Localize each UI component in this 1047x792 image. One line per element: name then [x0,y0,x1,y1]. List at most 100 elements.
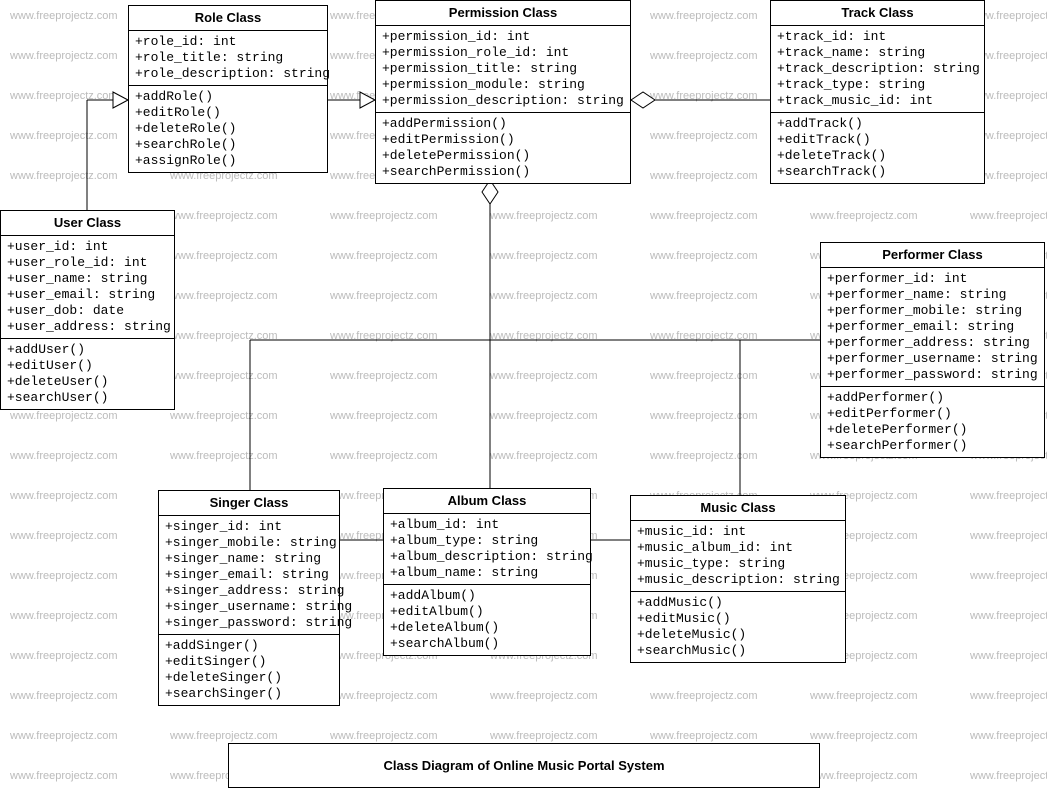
class-member: +track_name: string [777,45,978,61]
class-ops: +addPerformer()+editPerformer()+deletePe… [821,387,1044,457]
class-member: +user_address: string [7,319,168,335]
class-role: Role Class +role_id: int+role_title: str… [128,5,328,173]
class-member: +deleteTrack() [777,148,978,164]
class-member: +album_type: string [390,533,584,549]
class-title: Permission Class [376,1,630,26]
class-attrs: +performer_id: int+performer_name: strin… [821,268,1044,387]
class-title: Album Class [384,489,590,514]
class-title: Music Class [631,496,845,521]
class-music: Music Class +music_id: int+music_album_i… [630,495,846,663]
class-member: +permission_role_id: int [382,45,624,61]
class-member: +editUser() [7,358,168,374]
class-member: +addPermission() [382,116,624,132]
class-member: +performer_mobile: string [827,303,1038,319]
class-member: +addAlbum() [390,588,584,604]
class-member: +singer_password: string [165,615,333,631]
class-ops: +addTrack()+editTrack()+deleteTrack()+se… [771,113,984,183]
class-member: +performer_id: int [827,271,1038,287]
class-ops: +addSinger()+editSinger()+deleteSinger()… [159,635,339,705]
class-member: +performer_username: string [827,351,1038,367]
class-member: +permission_module: string [382,77,624,93]
class-member: +singer_email: string [165,567,333,583]
class-member: +album_id: int [390,517,584,533]
class-member: +user_name: string [7,271,168,287]
class-member: +deleteAlbum() [390,620,584,636]
class-attrs: +role_id: int+role_title: string+role_de… [129,31,327,86]
class-member: +editAlbum() [390,604,584,620]
class-attrs: +track_id: int+track_name: string +track_… [771,26,984,113]
class-member: +deleteUser() [7,374,168,390]
class-member: +permission_id: int [382,29,624,45]
class-member: +deleteMusic() [637,627,839,643]
class-member: +singer_id: int [165,519,333,535]
class-user: User Class +user_id: int+user_role_id: i… [0,210,175,410]
class-member: +track_type: string [777,77,978,93]
class-ops: +addAlbum()+editAlbum()+deleteAlbum()+se… [384,585,590,655]
class-member: +performer_password: string [827,367,1038,383]
class-member: +addRole() [135,89,321,105]
class-ops: +addRole()+editRole()+deleteRole()+searc… [129,86,327,172]
class-member: +searchRole() [135,137,321,153]
class-member: +deleteSinger() [165,670,333,686]
class-member: +editMusic() [637,611,839,627]
class-member: +addTrack() [777,116,978,132]
class-member: +music_id: int [637,524,839,540]
class-member: +permission_description: string [382,93,624,109]
class-track: Track Class +track_id: int+track_name: s… [770,0,985,184]
class-member: +permission_title: string [382,61,624,77]
class-attrs: +singer_id: int+singer_mobile: string+si… [159,516,339,635]
class-member: +searchPerformer() [827,438,1038,454]
class-member: +performer_email: string [827,319,1038,335]
class-attrs: +user_id: int+user_role_id: int+user_nam… [1,236,174,339]
class-member: +singer_address: string [165,583,333,599]
class-ops: +addPermission()+editPermission()+delete… [376,113,630,183]
class-permission: Permission Class +permission_id: int+per… [375,0,631,184]
class-member: +searchPermission() [382,164,624,180]
class-title: Singer Class [159,491,339,516]
class-attrs: +music_id: int+music_album_id: int+music… [631,521,845,592]
class-member: +role_title: string [135,50,321,66]
class-ops: +addMusic()+editMusic()+deleteMusic()+se… [631,592,845,662]
class-member: +user_email: string [7,287,168,303]
class-member: +music_album_id: int [637,540,839,556]
class-member: +user_role_id: int [7,255,168,271]
class-title: User Class [1,211,174,236]
class-member: +searchMusic() [637,643,839,659]
class-member: +album_name: string [390,565,584,581]
class-member: +user_dob: date [7,303,168,319]
class-member: +performer_address: string [827,335,1038,351]
diagram-title-text: Class Diagram of Online Music Portal Sys… [383,758,664,773]
class-member: +assignRole() [135,153,321,169]
class-member: +deletePerformer() [827,422,1038,438]
class-singer: Singer Class +singer_id: int+singer_mobi… [158,490,340,706]
class-member: +editRole() [135,105,321,121]
class-member: +editPermission() [382,132,624,148]
class-member: +album_description: string [390,549,584,565]
class-attrs: +album_id: int+album_type: string+album_… [384,514,590,585]
class-attrs: +permission_id: int+permission_role_id: … [376,26,630,113]
class-member: +editPerformer() [827,406,1038,422]
class-member: +deleteRole() [135,121,321,137]
class-member: +deletePermission() [382,148,624,164]
diagram-canvas: www.freeprojectz.comwww.freeprojectz.com… [0,0,1047,792]
class-member: +editSinger() [165,654,333,670]
class-member: +user_id: int [7,239,168,255]
class-member: +role_description: string [135,66,321,82]
class-member: +searchUser() [7,390,168,406]
class-member: +editTrack() [777,132,978,148]
class-member: +addMusic() [637,595,839,611]
class-member: +searchAlbum() [390,636,584,652]
class-member: +addSinger() [165,638,333,654]
class-member: +singer_name: string [165,551,333,567]
class-member: +music_description: string [637,572,839,588]
class-member: +addUser() [7,342,168,358]
class-member: +singer_mobile: string [165,535,333,551]
class-member: +track_music_id: int [777,93,978,109]
class-member: +track_id: int [777,29,978,45]
class-member: +music_type: string [637,556,839,572]
class-member: +performer_name: string [827,287,1038,303]
class-member: +singer_username: string [165,599,333,615]
class-title: Performer Class [821,243,1044,268]
class-member: +searchSinger() [165,686,333,702]
class-album: Album Class +album_id: int+album_type: s… [383,488,591,656]
